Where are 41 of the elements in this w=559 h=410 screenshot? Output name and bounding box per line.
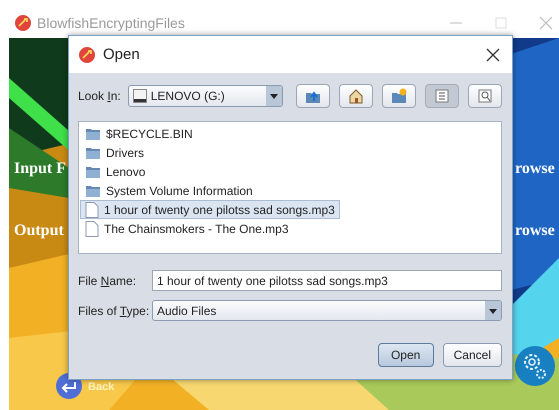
input-file-label: Input F bbox=[14, 160, 66, 178]
file-type-label: Files of Type: bbox=[78, 304, 150, 318]
gear-icon[interactable] bbox=[515, 346, 555, 386]
list-button[interactable] bbox=[425, 84, 459, 108]
browse-button[interactable]: rowse bbox=[515, 160, 555, 178]
file-list-item[interactable]: Drivers bbox=[80, 143, 149, 162]
output-file-label: Output bbox=[14, 222, 64, 240]
new-folder-button[interactable] bbox=[382, 84, 416, 108]
file-list-item[interactable]: $RECYCLE.BIN bbox=[80, 124, 198, 143]
open-button[interactable]: Open bbox=[378, 343, 434, 367]
window-title: BlowfishEncryptingFiles bbox=[37, 15, 186, 31]
new-folder-icon bbox=[391, 88, 407, 104]
look-in-dropdown[interactable]: LENOVO (G:) bbox=[128, 85, 283, 107]
home-icon bbox=[348, 88, 364, 104]
cancel-button[interactable]: Cancel bbox=[442, 343, 502, 367]
file-list-item[interactable]: Lenovo bbox=[80, 162, 150, 181]
file-icon bbox=[85, 220, 99, 236]
folder-icon bbox=[85, 164, 101, 178]
folder-icon bbox=[85, 184, 101, 198]
file-name-label: File Name: bbox=[78, 274, 138, 288]
browse-button[interactable]: rowse bbox=[515, 222, 555, 240]
list-view-icon bbox=[434, 88, 450, 104]
file-name-field[interactable]: 1 hour of twenty one pilotss sad songs.mp3 bbox=[152, 270, 502, 291]
details-button[interactable] bbox=[468, 84, 502, 108]
dialog-title: Open bbox=[103, 46, 141, 63]
up-button[interactable] bbox=[296, 84, 330, 108]
close-icon[interactable] bbox=[486, 48, 500, 62]
file-icon bbox=[85, 202, 99, 218]
details-view-icon bbox=[477, 88, 493, 104]
file-type-dropdown[interactable]: Audio Files bbox=[152, 300, 502, 321]
folder-icon bbox=[85, 126, 101, 140]
file-list-item[interactable]: The Chainsmokers - The One.mp3 bbox=[80, 219, 294, 238]
file-list-item[interactable]: 1 hour of twenty one pilotss sad songs.mp3 bbox=[80, 200, 340, 219]
app-icon bbox=[79, 46, 95, 62]
look-in-label: Look In: bbox=[78, 89, 122, 103]
app-icon bbox=[15, 15, 31, 31]
folder-icon bbox=[85, 146, 101, 160]
dropdown-arrow-icon bbox=[485, 301, 501, 320]
file-list-item[interactable]: System Volume Information bbox=[80, 181, 258, 200]
drive-icon bbox=[132, 89, 147, 103]
home-button[interactable] bbox=[339, 84, 373, 108]
